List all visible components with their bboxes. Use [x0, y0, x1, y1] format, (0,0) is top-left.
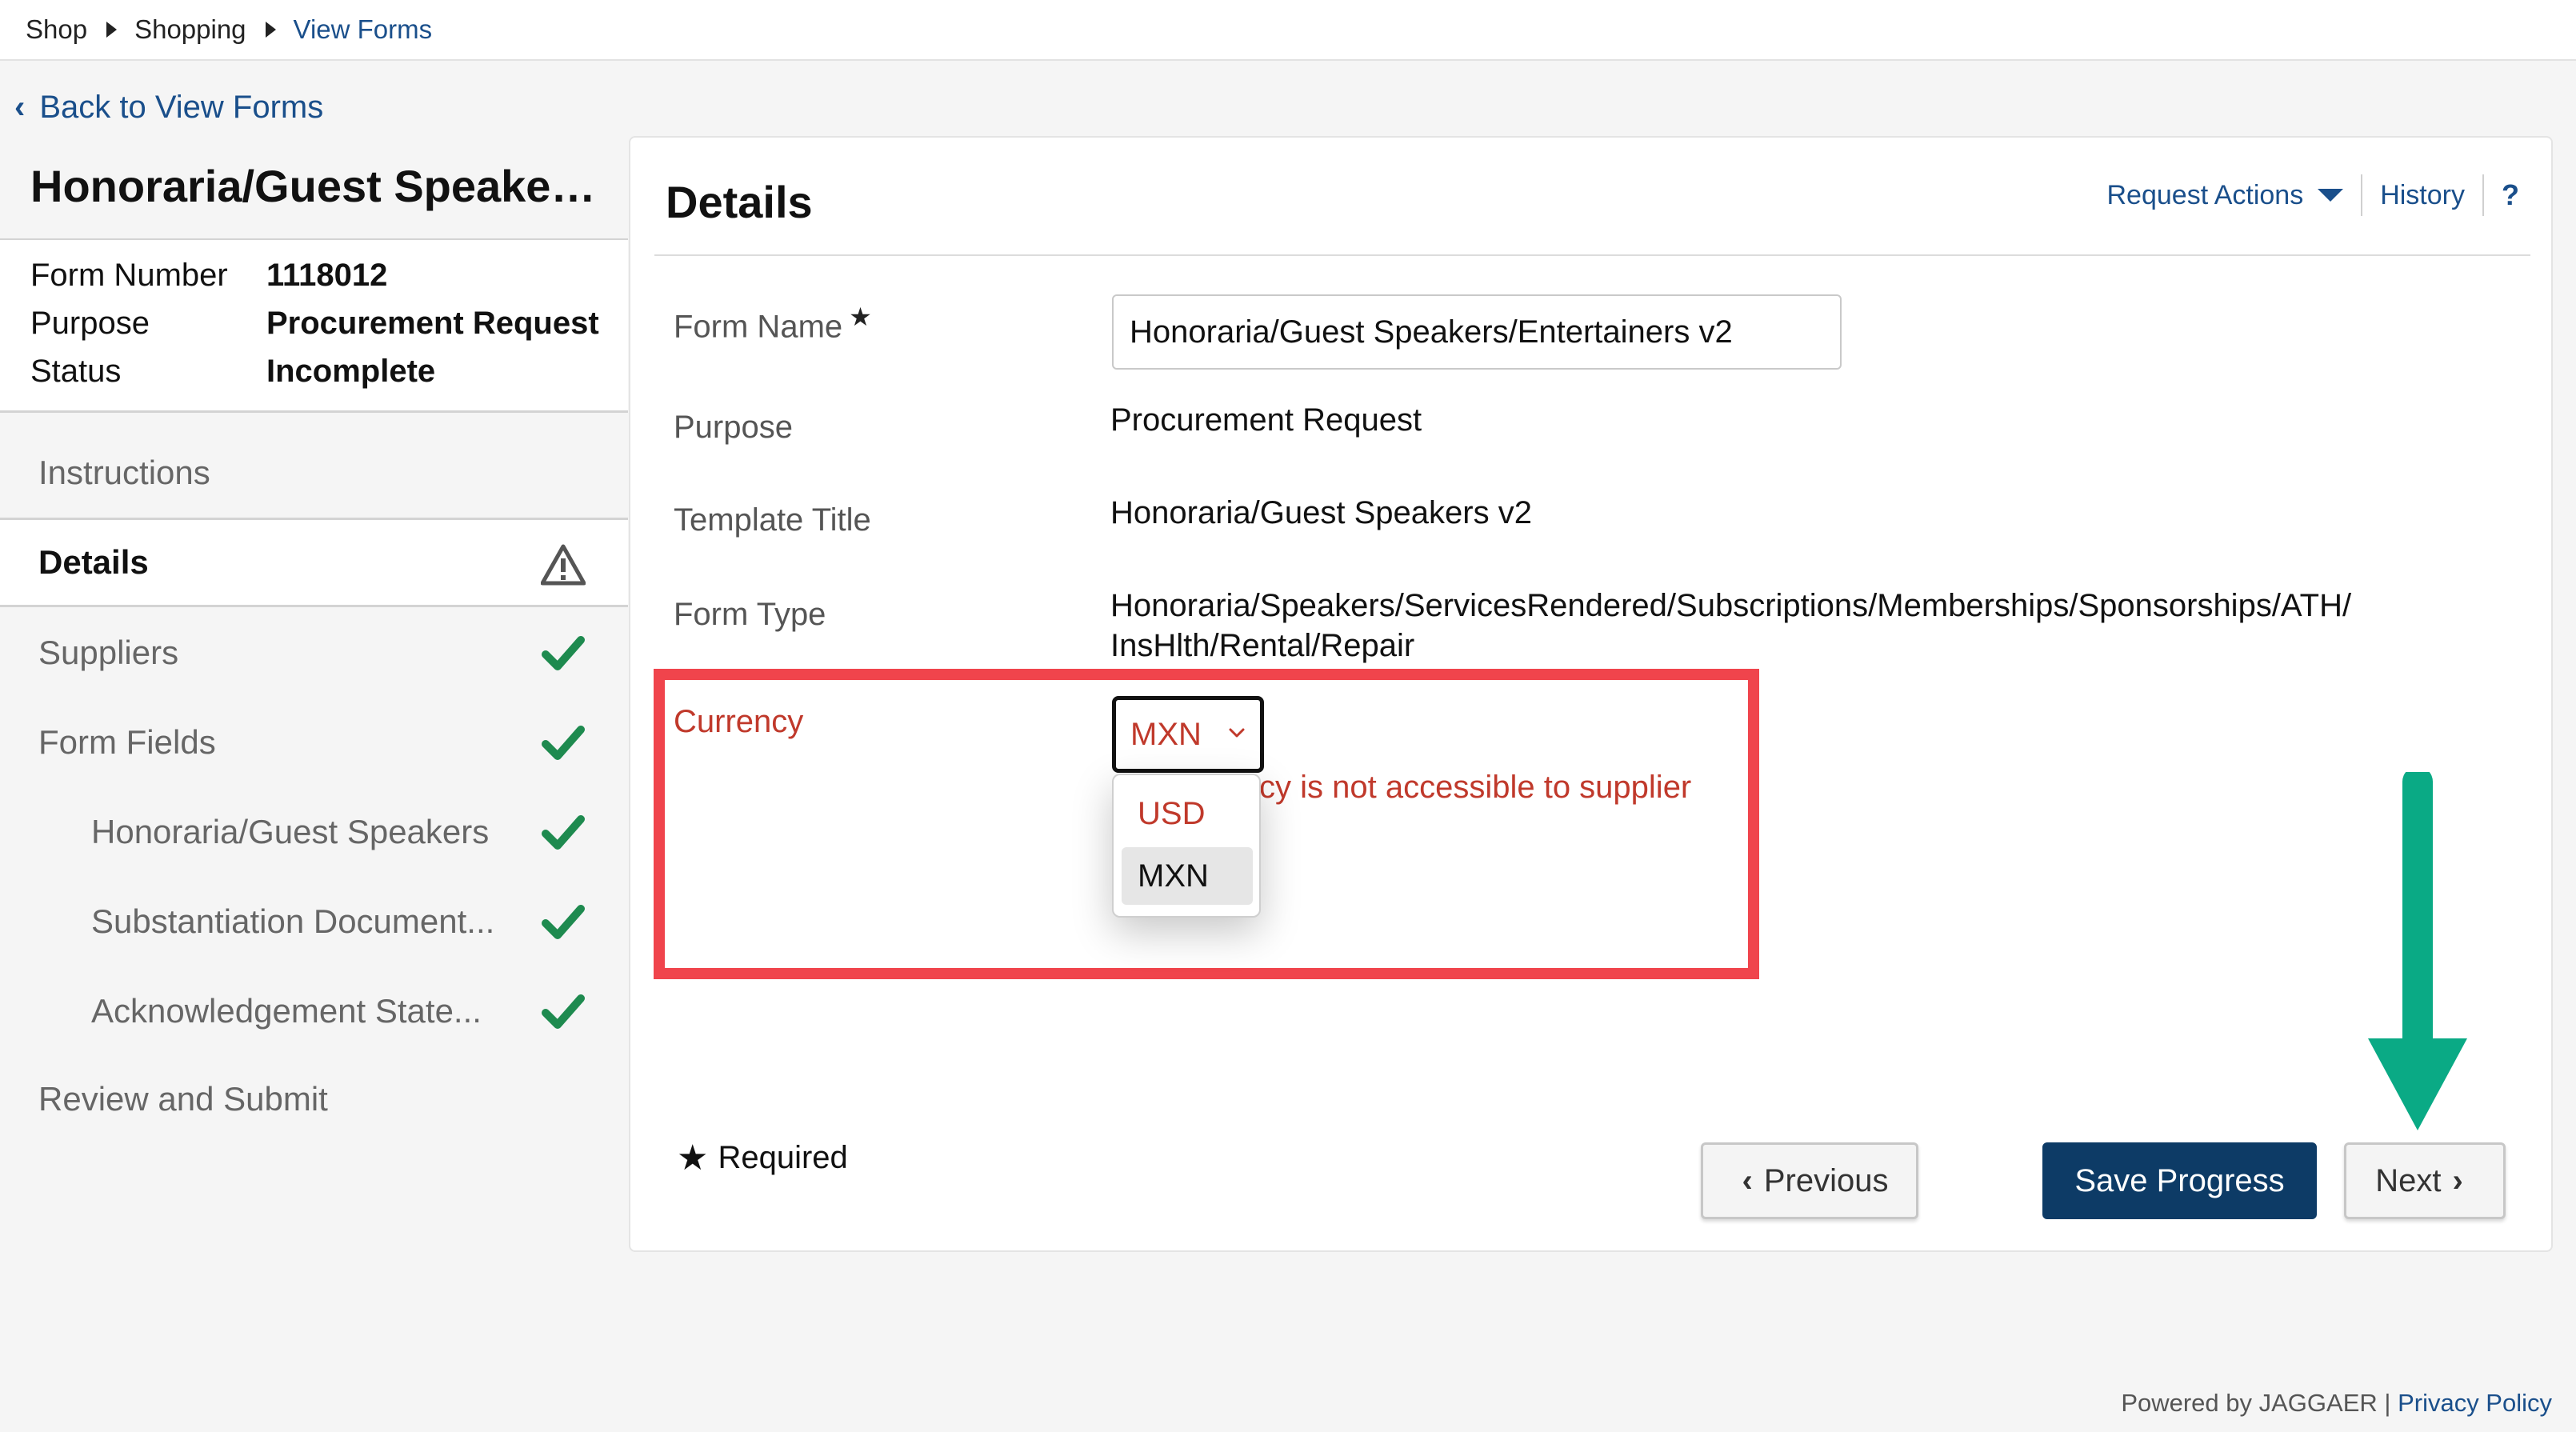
required-star-icon: ★ — [677, 1138, 709, 1178]
form-title: Honoraria/Guest Speakers/Entertainers v2 — [30, 161, 606, 211]
checkmark-icon — [542, 994, 585, 1029]
previous-label: Previous — [1763, 1162, 1889, 1198]
back-link-label: Back to View Forms — [39, 90, 324, 125]
nav-label: Instructions — [38, 454, 210, 491]
meta-label: Form Number — [30, 258, 228, 293]
nav-item-substantiation-documents[interactable]: Substantiation Document... — [0, 877, 628, 966]
chevron-left-icon: ‹ — [14, 90, 26, 125]
breadcrumb-separator-icon — [265, 22, 276, 38]
form-type-line: InsHlth/Rental/Repair — [1110, 628, 1415, 663]
currency-option-usd[interactable]: USD — [1122, 785, 1253, 842]
nav-item-suppliers[interactable]: Suppliers — [0, 608, 628, 698]
nav-item-form-fields[interactable]: Form Fields — [0, 698, 628, 787]
breadcrumb-view-forms[interactable]: View Forms — [294, 14, 433, 45]
caret-down-icon — [2318, 189, 2344, 202]
nav-label: Form Fields — [38, 723, 216, 761]
page-title: Details — [666, 177, 813, 227]
template-title-value: Honoraria/Guest Speakers v2 — [1110, 495, 1532, 530]
history-link[interactable]: History — [2380, 180, 2465, 211]
nav-label: Substantiation Document... — [91, 902, 495, 940]
powered-by-text: Powered by JAGGAER | — [2121, 1389, 2391, 1417]
nav-label: Details — [38, 543, 149, 581]
form-name-label-text: Form Name — [674, 309, 843, 345]
nav-item-details[interactable]: Details — [0, 518, 628, 607]
divider — [2361, 174, 2363, 216]
details-card: Details Request Actions History ? Form N… — [629, 136, 2553, 1252]
chevron-right-icon: › — [2452, 1162, 2463, 1198]
meta-value: Procurement Request — [266, 306, 599, 341]
divider — [0, 410, 628, 413]
breadcrumb-shopping[interactable]: Shopping — [134, 14, 246, 45]
required-star-icon: ★ — [849, 302, 872, 331]
divider — [2482, 174, 2484, 216]
nav-item-instructions[interactable]: Instructions — [0, 428, 628, 518]
template-title-label: Template Title — [674, 502, 871, 538]
meta-purpose: Purpose Procurement Request — [30, 306, 599, 342]
currency-dropdown-menu: USD MXN — [1112, 774, 1261, 918]
currency-option-mxn[interactable]: MXN — [1122, 847, 1253, 905]
request-actions-button[interactable]: Request Actions — [2107, 180, 2344, 211]
card-actions: Request Actions History ? — [2107, 174, 2519, 216]
chevron-down-icon — [1229, 728, 1245, 738]
currency-select[interactable]: MXN — [1112, 696, 1264, 773]
request-actions-label: Request Actions — [2106, 179, 2304, 210]
previous-button[interactable]: ‹ Previous — [1701, 1142, 1918, 1219]
warning-icon — [541, 544, 586, 586]
next-button[interactable]: Next › — [2344, 1142, 2506, 1219]
required-note: ★ Required — [677, 1138, 848, 1178]
help-icon[interactable]: ? — [2502, 178, 2519, 212]
form-name-label: Form Name ★ — [674, 302, 872, 345]
privacy-policy-link[interactable]: Privacy Policy — [2398, 1389, 2552, 1417]
meta-value: 1118012 — [266, 258, 388, 293]
checkmark-icon — [542, 905, 585, 939]
nav-label: Honoraria/Guest Speakers — [91, 813, 490, 850]
meta-form-number: Form Number 1118012 — [30, 258, 387, 294]
annotation-arrow-icon — [2368, 772, 2467, 1130]
nav-label: Acknowledgement State... — [91, 992, 482, 1030]
nav-item-honoraria-guest-speakers[interactable]: Honoraria/Guest Speakers — [0, 787, 628, 877]
nav-item-review-and-submit[interactable]: Review and Submit — [0, 1054, 628, 1144]
next-label: Next — [2375, 1162, 2442, 1198]
breadcrumb-separator-icon — [106, 22, 118, 38]
meta-label: Purpose — [30, 306, 150, 341]
back-to-view-forms-link[interactable]: ‹ Back to View Forms — [14, 90, 323, 126]
chevron-left-icon: ‹ — [1742, 1162, 1753, 1198]
nav-label: Review and Submit — [38, 1080, 328, 1118]
meta-value: Incomplete — [266, 354, 436, 389]
breadcrumb-shop[interactable]: Shop — [26, 14, 87, 45]
meta-status: Status Incomplete — [30, 354, 435, 390]
checkmark-icon — [542, 815, 585, 850]
save-progress-label: Save Progress — [2074, 1162, 2285, 1198]
checkmark-icon — [542, 726, 585, 760]
purpose-label: Purpose — [674, 410, 793, 445]
purpose-value: Procurement Request — [1110, 402, 1422, 438]
footer: Powered by JAGGAER | Privacy Policy — [2121, 1389, 2552, 1418]
breadcrumb: Shop Shopping View Forms — [0, 0, 2576, 61]
save-progress-button[interactable]: Save Progress — [2042, 1142, 2317, 1219]
nav-label: Suppliers — [38, 634, 179, 671]
form-name-input[interactable] — [1112, 294, 1842, 370]
form-type-label: Form Type — [674, 597, 826, 632]
meta-label: Status — [30, 354, 122, 389]
nav-item-acknowledgement-statement[interactable]: Acknowledgement State... — [0, 966, 628, 1056]
required-note-text: Required — [718, 1140, 848, 1175]
form-type-line: Honoraria/Speakers/ServicesRendered/Subs… — [1110, 588, 2352, 623]
form-type-value: Honoraria/Speakers/ServicesRendered/Subs… — [1110, 586, 2351, 666]
form-meta: Form Number 1118012 Purpose Procurement Re… — [0, 240, 628, 412]
divider — [654, 254, 2530, 256]
checkmark-icon — [542, 636, 585, 670]
currency-selected-value: MXN — [1130, 716, 1202, 752]
